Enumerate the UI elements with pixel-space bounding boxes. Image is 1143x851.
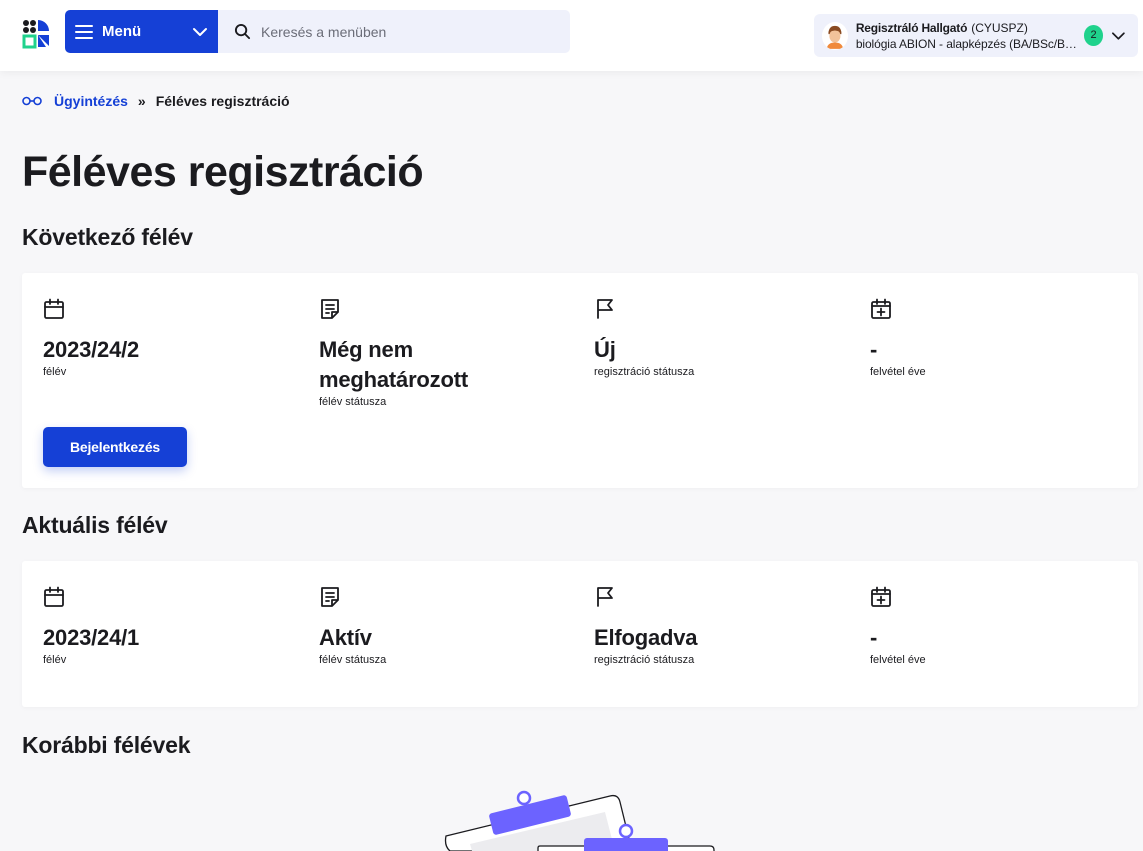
breadcrumb-link-ugyintezes[interactable]: Ügyintézés <box>54 93 128 109</box>
document-icon <box>321 299 339 319</box>
info-caption: félév <box>43 654 67 666</box>
current-semester-card: 2023/24/1 félév Aktív félév státusza Elf… <box>22 561 1138 707</box>
glasses-icon <box>22 96 42 106</box>
info-caption: regisztráció státusza <box>594 654 695 666</box>
document-icon <box>321 587 339 607</box>
info-value: Új <box>594 337 616 362</box>
chevron-down-icon <box>193 27 207 36</box>
info-enrollment-year: - felvétel éve <box>870 585 1130 666</box>
top-bar: Menü Regisztráló Hallgató(CYUSPZ) biológ… <box>0 0 1143 71</box>
app-logo-icon[interactable] <box>22 19 50 49</box>
info-value: Aktív <box>319 625 372 650</box>
info-caption: félév státusza <box>319 654 387 666</box>
user-code: (CYUSPZ) <box>971 20 1028 35</box>
info-value: Még nem meghatározott <box>319 337 468 392</box>
hamburger-icon <box>75 24 93 39</box>
section-heading-current-semester: Aktuális félév <box>22 512 168 538</box>
info-semester-status: Aktív félév státusza <box>319 585 579 666</box>
calendar-plus-icon <box>871 298 891 319</box>
info-value: 2023/24/1 <box>43 625 140 650</box>
calendar-icon <box>44 298 64 319</box>
flag-icon <box>597 587 613 607</box>
next-semester-card: 2023/24/2 félév Még nem meghatározott fé… <box>22 273 1138 488</box>
user-name: Regisztráló Hallgató <box>855 20 968 35</box>
section-heading-next-semester: Következő félév <box>22 224 193 250</box>
info-value: 2023/24/2 <box>43 337 140 362</box>
register-button[interactable]: Bejelentkezés <box>43 427 187 467</box>
info-value: - <box>870 337 878 362</box>
search-icon <box>234 23 251 40</box>
info-caption: felvétel éve <box>870 654 926 666</box>
info-caption: felvétel éve <box>870 366 926 378</box>
user-profile-dropdown[interactable]: Regisztráló Hallgató (CYUSPZ) biológia AB… <box>814 14 1138 57</box>
info-caption: félév <box>43 366 67 378</box>
user-info: Regisztráló Hallgató (CYUSPZ) biológia AB… <box>856 20 1084 52</box>
search-input[interactable] <box>261 23 551 40</box>
notification-badge: 2 <box>1083 25 1104 46</box>
chevron-down-icon <box>1112 31 1125 40</box>
info-registration-status: Új regisztráció státusza <box>594 297 854 378</box>
breadcrumb: Ügyintézés » Féléves regisztráció <box>22 93 290 109</box>
info-value: - <box>870 625 878 650</box>
page-title: Féléves regisztráció <box>22 148 424 196</box>
info-enrollment-year: - felvétel éve <box>870 297 1130 378</box>
info-registration-status: Elfogadva regisztráció státusza <box>594 585 854 666</box>
menu-button[interactable]: Menü <box>65 10 218 53</box>
user-program: biológia ABION - alapképzés (BA/BSc/BPr.… <box>855 36 1084 51</box>
empty-clipboard-illustration <box>444 790 715 851</box>
menu-label: Menü <box>102 23 142 40</box>
menu-search <box>218 10 570 53</box>
calendar-plus-icon <box>871 586 891 607</box>
section-heading-previous-semesters: Korábbi félévek <box>22 732 191 758</box>
info-caption: regisztráció státusza <box>594 366 695 378</box>
flag-icon <box>597 299 613 319</box>
calendar-icon <box>44 586 64 607</box>
breadcrumb-current: Féléves regisztráció <box>155 93 290 109</box>
info-value: Elfogadva <box>594 625 698 650</box>
avatar <box>822 21 848 50</box>
info-semester: 2023/24/1 félév <box>43 585 303 666</box>
info-semester-status: Még nem meghatározott félév státusza <box>319 297 539 408</box>
info-semester: 2023/24/2 félév <box>43 297 303 378</box>
info-caption: félév státusza <box>319 396 387 408</box>
breadcrumb-separator: » <box>137 93 146 109</box>
